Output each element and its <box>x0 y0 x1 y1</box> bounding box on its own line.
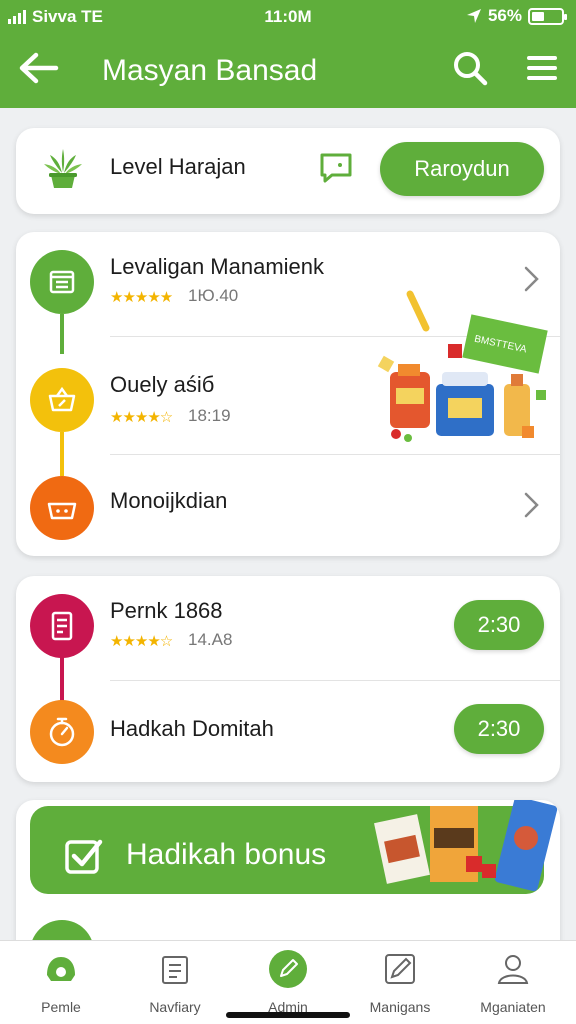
timeline-connector <box>60 314 64 354</box>
stopwatch-icon <box>49 717 75 747</box>
calendar-icon <box>162 956 188 984</box>
checkbox-icon <box>65 839 103 874</box>
profile-icon <box>497 955 529 984</box>
timeline-connector <box>60 656 64 704</box>
list-icon-circle <box>30 368 94 432</box>
nav-item-mganiaten[interactable]: Mganiaten <box>458 947 568 1021</box>
list-icon-circle <box>30 700 94 764</box>
pencil-icon <box>269 950 307 988</box>
plant-icon <box>44 149 82 188</box>
bonus-title: Hadikah bonus <box>126 838 327 871</box>
nav-item-manigans[interactable]: Manigans <box>345 947 455 1021</box>
menu-icon[interactable] <box>522 50 562 86</box>
timeline-connector <box>60 432 64 476</box>
nav-item-navfiary[interactable]: Navfiary <box>120 947 230 1021</box>
list-icon-circle <box>30 250 94 314</box>
back-arrow-icon[interactable] <box>16 48 60 88</box>
list-item-title: Pernk 1868 <box>110 598 223 623</box>
basket-icon <box>47 502 77 520</box>
home-indicator <box>226 1012 350 1018</box>
nav-item-home[interactable]: Pemle <box>6 947 116 1021</box>
chevron-right-icon[interactable] <box>520 490 542 520</box>
star-rating: ★★★★☆ <box>110 633 173 650</box>
search-icon[interactable] <box>450 48 490 88</box>
location-icon <box>466 9 481 23</box>
snack-boxes-image <box>374 800 558 892</box>
battery-percent: 56% <box>487 6 522 25</box>
divider <box>110 454 560 455</box>
list-item-title: Ouely aśiб <box>110 372 215 397</box>
rating-value: 14.A8 <box>188 630 233 649</box>
level-action-button[interactable]: Raroydun <box>380 142 544 196</box>
nav-label: Pemle <box>41 999 81 1015</box>
star-rating: ★★★★★ <box>110 289 173 306</box>
time-badge[interactable]: 2:30 <box>454 704 544 754</box>
list-icon-circle <box>30 476 94 540</box>
app-bar: Sivva TE 11:0M 56% Masyan Bansad <box>0 0 576 108</box>
bonus-banner[interactable]: Hadikah bonus <box>30 800 558 894</box>
level-card: Level Harajan Raroydun <box>16 128 560 214</box>
list-item-title: Hadkah Domitah <box>110 716 274 741</box>
list-icon-circle <box>30 594 94 658</box>
edit-icon <box>385 954 415 984</box>
receipt-icon <box>51 611 73 641</box>
nav-label: Mganiaten <box>480 999 546 1015</box>
time-badge[interactable]: 2:30 <box>454 600 544 650</box>
level-label: Level Harajan <box>110 154 246 179</box>
star-rating: ★★★★☆ <box>110 409 173 426</box>
chat-icon[interactable] <box>318 150 354 186</box>
grocery-promo-image: BMSTTEVA <box>377 290 548 442</box>
home-icon <box>47 957 75 981</box>
timer-list-card: Pernk 1868 ★★★★☆ 14.A8 2:30 Hadkah Domit… <box>16 576 560 782</box>
bonus-card: Hadikah bonus <box>16 800 560 960</box>
calendar-icon <box>49 270 75 294</box>
rating-value: 1Ю.40 <box>188 286 239 305</box>
activity-list-card: Levaligan Manamienk ★★★★★ 1Ю.40 Ouely aś… <box>16 232 560 556</box>
list-item-title: Monoijkdian <box>110 488 228 513</box>
battery-icon <box>528 7 567 25</box>
status-bar: Sivva TE 11:0M 56% <box>0 0 576 34</box>
nav-label: Manigans <box>369 999 431 1015</box>
list-item-title: Levaligan Manamienk <box>110 254 325 279</box>
nav-label: Navfiary <box>149 999 201 1015</box>
divider <box>110 680 560 681</box>
rating-value: 18:19 <box>188 406 231 425</box>
nav-item-admin[interactable]: Admin <box>233 947 343 1021</box>
page-title: Masyan Bansad <box>102 54 318 87</box>
basket-icon <box>48 386 76 412</box>
